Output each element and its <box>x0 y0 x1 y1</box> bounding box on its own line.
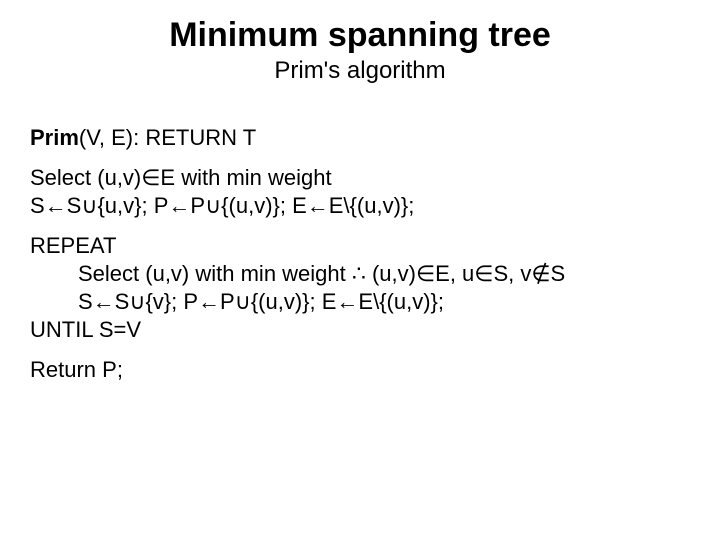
algo-name: Prim <box>30 125 79 150</box>
init-block: Select (u,v)∈E with min weight S←S∪{u,v}… <box>30 165 690 219</box>
slide-subtitle: Prim's algorithm <box>30 57 690 85</box>
slide-title: Minimum spanning tree <box>30 16 690 55</box>
algo-signature: (V, E): RETURN T <box>79 125 256 150</box>
init-select: Select (u,v)∈E with min weight <box>30 165 690 191</box>
loop-assign: S←S∪{v}; P←P∪{(u,v)}; E←E\{(u,v)}; <box>30 289 690 315</box>
return-statement: Return P; <box>30 357 690 383</box>
loop-block: REPEAT Select (u,v) with min weight ∴ (u… <box>30 233 690 343</box>
repeat-keyword: REPEAT <box>30 233 690 259</box>
loop-select: Select (u,v) with min weight ∴ (u,v)∈E, … <box>30 261 690 287</box>
init-assign: S←S∪{u,v}; P←P∪{(u,v)}; E←E\{(u,v)}; <box>30 193 690 219</box>
algo-header: Prim(V, E): RETURN T <box>30 125 690 151</box>
until-keyword: UNTIL S=V <box>30 317 690 343</box>
